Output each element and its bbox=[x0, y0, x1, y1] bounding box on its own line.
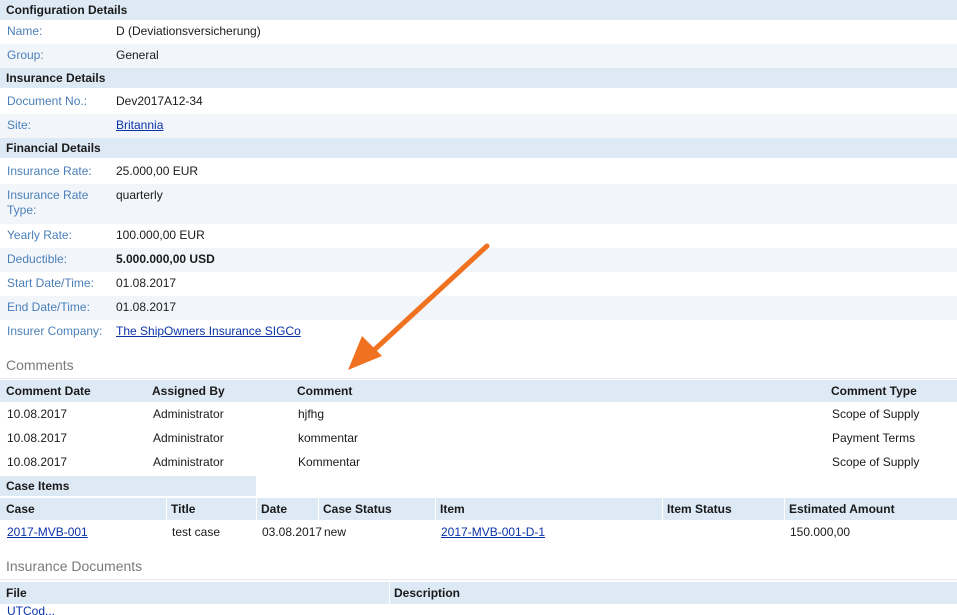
docno-label: Document No.: bbox=[7, 94, 88, 108]
rate-label: Insurance Rate: bbox=[7, 164, 92, 178]
col-file[interactable]: File bbox=[6, 582, 27, 604]
deductible-label: Deductible: bbox=[7, 252, 68, 266]
ratetype-row: Insurance Rate Type: quarterly bbox=[0, 184, 957, 224]
column-divider bbox=[256, 498, 257, 520]
col-comment-date[interactable]: Comment Date bbox=[6, 380, 91, 402]
comment-date-cell: 10.08.2017 bbox=[7, 455, 68, 469]
comment-date-cell: 10.08.2017 bbox=[7, 407, 68, 421]
comments-divider bbox=[0, 378, 957, 379]
case-date-cell: 03.08.2017 bbox=[262, 525, 323, 539]
table-row[interactable]: UTCod... bbox=[0, 604, 957, 615]
insurance-section-header: Insurance Details bbox=[0, 68, 957, 88]
deductible-value: 5.000.000,00 USD bbox=[116, 252, 215, 266]
estimated-amount-cell: 150.000,00 bbox=[790, 525, 851, 539]
start-value: 01.08.2017 bbox=[116, 276, 177, 290]
comment-date-cell: 10.08.2017 bbox=[7, 431, 68, 445]
case-title-cell: test case bbox=[172, 525, 221, 539]
group-row: Group: General bbox=[0, 44, 957, 68]
yearly-label: Yearly Rate: bbox=[7, 228, 72, 242]
end-label: End Date/Time: bbox=[7, 300, 90, 314]
documents-divider bbox=[0, 579, 957, 580]
config-section-header: Configuration Details bbox=[0, 0, 957, 20]
assigned-by-cell: Administrator bbox=[153, 407, 224, 421]
table-row[interactable]: 10.08.2017 Administrator Kommentar Scope… bbox=[0, 450, 957, 474]
file-link[interactable]: UTCod... bbox=[7, 604, 55, 615]
table-row[interactable]: 2017-MVB-001 test case 03.08.2017 new 20… bbox=[0, 520, 957, 544]
col-assigned-by[interactable]: Assigned By bbox=[152, 380, 225, 402]
start-label: Start Date/Time: bbox=[7, 276, 94, 290]
site-link[interactable]: Britannia bbox=[116, 118, 163, 133]
col-estimated-amount[interactable]: Estimated Amount bbox=[789, 498, 895, 520]
yearly-row: Yearly Rate: 100.000,00 EUR bbox=[0, 224, 957, 248]
assigned-by-cell: Administrator bbox=[153, 455, 224, 469]
table-row[interactable]: 10.08.2017 Administrator kommentar Payme… bbox=[0, 426, 957, 450]
comment-cell: hjfhg bbox=[298, 407, 325, 421]
comment-cell: Kommentar bbox=[298, 455, 361, 469]
insurer-label: Insurer Company: bbox=[7, 324, 103, 338]
table-row[interactable]: 10.08.2017 Administrator hjfhg Scope of … bbox=[0, 402, 957, 426]
docno-row: Document No.: Dev2017A12-34 bbox=[0, 90, 957, 114]
comment-cell: kommentar bbox=[298, 431, 359, 445]
col-date[interactable]: Date bbox=[261, 498, 287, 520]
site-row: Site: Britannia bbox=[0, 114, 957, 138]
group-value: General bbox=[116, 48, 159, 62]
column-divider bbox=[389, 582, 390, 604]
documents-title: Insurance Documents bbox=[6, 558, 143, 574]
site-label: Site: bbox=[7, 118, 32, 132]
col-comment-type[interactable]: Comment Type bbox=[831, 380, 917, 402]
ratetype-value: quarterly bbox=[116, 188, 163, 202]
assigned-by-cell: Administrator bbox=[153, 431, 224, 445]
ratetype-label: Insurance Rate Type: bbox=[7, 188, 89, 217]
rate-value: 25.000,00 EUR bbox=[116, 164, 199, 178]
column-divider bbox=[435, 498, 436, 520]
yearly-value: 100.000,00 EUR bbox=[116, 228, 205, 242]
documents-table-header: File Description bbox=[0, 582, 957, 604]
col-comment[interactable]: Comment bbox=[297, 380, 352, 402]
comments-title: Comments bbox=[6, 357, 74, 373]
column-divider bbox=[166, 498, 167, 520]
comment-type-cell: Payment Terms bbox=[832, 431, 916, 445]
case-link[interactable]: 2017-MVB-001 bbox=[7, 520, 88, 544]
col-case[interactable]: Case bbox=[6, 498, 35, 520]
case-items-table-header: Case Title Date Case Status Item Item St… bbox=[0, 498, 957, 520]
name-value: D (Deviationsversicherung) bbox=[116, 24, 261, 38]
docno-value: Dev2017A12-34 bbox=[116, 94, 203, 108]
end-row: End Date/Time: 01.08.2017 bbox=[0, 296, 957, 320]
case-items-tab[interactable]: Case Items bbox=[0, 476, 256, 496]
column-divider bbox=[662, 498, 663, 520]
comment-type-cell: Scope of Supply bbox=[832, 407, 920, 421]
column-divider bbox=[784, 498, 785, 520]
col-item[interactable]: Item bbox=[440, 498, 465, 520]
name-label: Name: bbox=[7, 24, 43, 38]
insurer-link[interactable]: The ShipOwners Insurance SIGCo bbox=[116, 324, 301, 339]
comments-table-header: Comment Date Assigned By Comment Comment… bbox=[0, 380, 957, 402]
group-label: Group: bbox=[7, 48, 44, 62]
start-row: Start Date/Time: 01.08.2017 bbox=[0, 272, 957, 296]
deductible-row: Deductible: 5.000.000,00 USD bbox=[0, 248, 957, 272]
col-description[interactable]: Description bbox=[394, 582, 460, 604]
col-case-status[interactable]: Case Status bbox=[323, 498, 392, 520]
col-item-status[interactable]: Item Status bbox=[667, 498, 732, 520]
insurer-row: Insurer Company: The ShipOwners Insuranc… bbox=[0, 320, 957, 344]
financial-section-header: Financial Details bbox=[0, 138, 957, 158]
name-row: Name: D (Deviationsversicherung) bbox=[0, 20, 957, 44]
comment-type-cell: Scope of Supply bbox=[832, 455, 920, 469]
column-divider bbox=[318, 498, 319, 520]
item-link[interactable]: 2017-MVB-001-D-1 bbox=[441, 520, 545, 544]
case-status-cell: new bbox=[324, 525, 347, 539]
rate-row: Insurance Rate: 25.000,00 EUR bbox=[0, 160, 957, 184]
end-value: 01.08.2017 bbox=[116, 300, 177, 314]
col-title[interactable]: Title bbox=[171, 498, 195, 520]
